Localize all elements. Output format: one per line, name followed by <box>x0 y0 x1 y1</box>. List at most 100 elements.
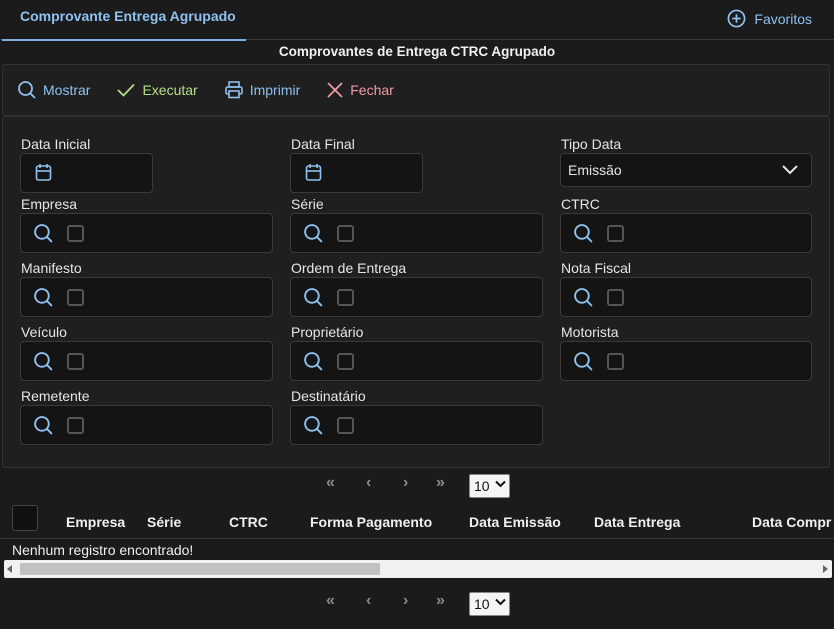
motorista-label: Motorista <box>561 324 619 340</box>
grid-header: Empresa Série CTRC Forma Pagamento Data … <box>0 503 834 539</box>
ordem-entrega-label: Ordem de Entrega <box>291 260 407 276</box>
field-checkbox[interactable] <box>67 417 84 434</box>
chevron-down-icon <box>495 598 506 606</box>
rows-per-page-select[interactable]: 10 <box>469 474 510 498</box>
calendar-icon <box>305 164 322 181</box>
nota-fiscal-field[interactable] <box>560 277 812 317</box>
pager-next-button[interactable]: › <box>403 474 408 492</box>
imprimir-button[interactable]: Imprimir <box>224 80 301 100</box>
rows-per-page-value: 10 <box>474 596 490 612</box>
veiculo-field[interactable] <box>20 341 273 381</box>
top-bar: Comprovante Entrega Agrupado Favoritos <box>0 0 834 41</box>
scroll-left-icon[interactable] <box>7 565 12 573</box>
search-icon <box>18 81 36 99</box>
ctrc-label: CTRC <box>561 196 600 212</box>
tab-label: Comprovante Entrega Agrupado <box>20 8 236 24</box>
favoritos-button[interactable]: Favoritos <box>727 9 812 28</box>
pager-top: « ‹ › » 10 <box>0 474 834 498</box>
manifesto-field[interactable] <box>20 277 273 317</box>
field-checkbox[interactable] <box>337 289 354 306</box>
field-checkbox[interactable] <box>337 417 354 434</box>
data-inicial-field[interactable] <box>20 153 153 193</box>
horizontal-scrollbar[interactable] <box>4 560 832 578</box>
search-icon[interactable] <box>303 287 324 308</box>
pager-bottom: « ‹ › » 10 <box>0 592 834 616</box>
data-final-field[interactable] <box>290 153 423 193</box>
col-forma-pagamento[interactable]: Forma Pagamento <box>310 514 432 530</box>
pager-first-button[interactable]: « <box>326 474 335 492</box>
search-icon[interactable] <box>303 351 324 372</box>
executar-button[interactable]: Executar <box>116 80 198 100</box>
search-icon[interactable] <box>573 351 594 372</box>
col-ctrc[interactable]: CTRC <box>229 514 268 530</box>
tipo-data-label: Tipo Data <box>561 136 622 152</box>
favoritos-label: Favoritos <box>754 10 812 27</box>
select-all-checkbox[interactable] <box>12 505 38 531</box>
field-checkbox[interactable] <box>337 225 354 242</box>
plus-circle-icon <box>727 9 746 28</box>
tipo-data-value: Emissão <box>568 162 622 178</box>
mostrar-button[interactable]: Mostrar <box>17 80 90 100</box>
printer-icon <box>224 81 243 99</box>
col-data-emissao[interactable]: Data Emissão <box>469 514 561 530</box>
field-checkbox[interactable] <box>607 353 624 370</box>
ordem-entrega-field[interactable] <box>290 277 543 317</box>
chevron-down-icon <box>495 480 506 488</box>
proprietario-label: Proprietário <box>291 324 364 340</box>
search-icon[interactable] <box>303 415 324 436</box>
rows-per-page-select[interactable]: 10 <box>469 592 510 616</box>
mostrar-label: Mostrar <box>43 82 91 98</box>
toolbar: Mostrar Executar Imprimir Fechar <box>2 64 830 116</box>
remetente-field[interactable] <box>20 405 273 445</box>
proprietario-field[interactable] <box>290 341 543 381</box>
field-checkbox[interactable] <box>67 353 84 370</box>
search-icon[interactable] <box>33 223 54 244</box>
field-checkbox[interactable] <box>607 225 624 242</box>
serie-label: Série <box>291 196 324 212</box>
rows-per-page-value: 10 <box>474 478 490 494</box>
tab-comprovante-entrega-agrupado[interactable]: Comprovante Entrega Agrupado <box>2 0 246 41</box>
serie-field[interactable] <box>290 213 543 253</box>
scrollbar-thumb[interactable] <box>20 563 380 575</box>
empresa-field[interactable] <box>20 213 273 253</box>
fechar-button[interactable]: Fechar <box>326 81 394 99</box>
veiculo-label: Veículo <box>21 324 67 340</box>
search-icon[interactable] <box>33 287 54 308</box>
pager-next-button[interactable]: › <box>403 592 408 610</box>
pager-prev-button[interactable]: ‹ <box>366 474 371 492</box>
page-title: Comprovantes de Entrega CTRC Agrupado <box>278 44 556 59</box>
scroll-right-icon[interactable] <box>823 565 828 573</box>
destinatario-field[interactable] <box>290 405 543 445</box>
ctrc-field[interactable] <box>560 213 812 253</box>
search-icon[interactable] <box>573 223 594 244</box>
fechar-label: Fechar <box>350 82 394 98</box>
search-icon[interactable] <box>303 223 324 244</box>
imprimir-label: Imprimir <box>249 82 301 98</box>
search-icon[interactable] <box>33 415 54 436</box>
data-final-label: Data Final <box>291 136 355 152</box>
search-icon[interactable] <box>573 287 594 308</box>
motorista-field[interactable] <box>560 341 812 381</box>
col-serie[interactable]: Série <box>147 514 181 530</box>
field-checkbox[interactable] <box>607 289 624 306</box>
manifesto-label: Manifesto <box>21 260 82 276</box>
field-checkbox[interactable] <box>67 289 84 306</box>
search-icon[interactable] <box>33 351 54 372</box>
pager-last-button[interactable]: » <box>436 592 445 610</box>
field-checkbox[interactable] <box>67 225 84 242</box>
col-empresa[interactable]: Empresa <box>66 514 125 530</box>
field-checkbox[interactable] <box>337 353 354 370</box>
col-data-compr[interactable]: Data Compr <box>752 514 831 530</box>
tipo-data-select[interactable]: Emissão <box>560 153 812 187</box>
pager-last-button[interactable]: » <box>436 474 445 492</box>
col-data-entrega[interactable]: Data Entrega <box>594 514 680 530</box>
calendar-icon <box>35 164 52 181</box>
remetente-label: Remetente <box>21 388 90 404</box>
executar-label: Executar <box>142 82 198 98</box>
destinatario-label: Destinatário <box>291 388 366 404</box>
pager-prev-button[interactable]: ‹ <box>366 592 371 610</box>
empty-message: Nenhum registro encontrado! <box>12 542 194 558</box>
close-icon <box>327 82 343 98</box>
pager-first-button[interactable]: « <box>326 592 335 610</box>
empresa-label: Empresa <box>21 196 78 212</box>
